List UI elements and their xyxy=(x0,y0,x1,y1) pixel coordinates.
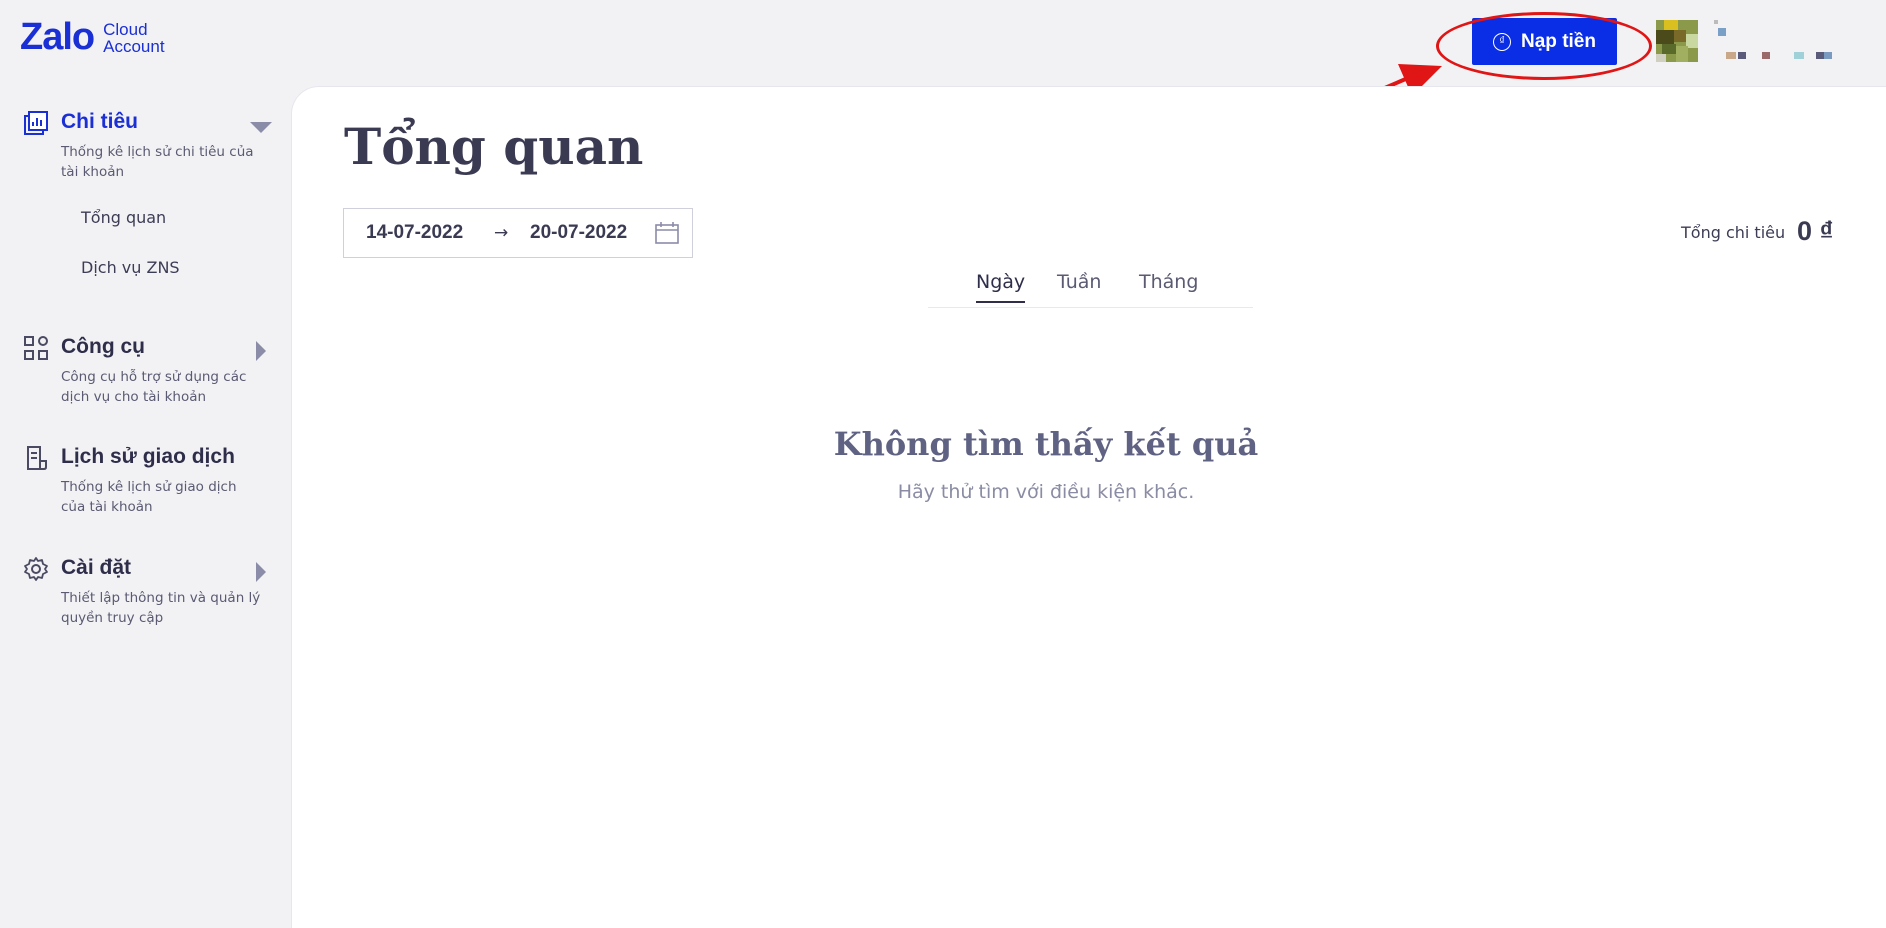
chevron-right-icon[interactable] xyxy=(256,341,266,361)
tab-day[interactable]: Ngày xyxy=(976,271,1026,303)
sidebar-section-spending[interactable]: Chi tiêu Thống kê lịch sử chi tiêu của t… xyxy=(0,108,290,180)
grid-apps-icon xyxy=(24,336,48,360)
zalo-cloud-logo[interactable]: Zalo Cloud Account xyxy=(20,16,165,58)
sidebar-item-zns-service[interactable]: Dịch vụ ZNS xyxy=(81,258,180,277)
date-start[interactable]: 14-07-2022 xyxy=(366,222,463,244)
sidebar-section-settings[interactable]: Cài đặt Thiết lập thông tin và quản lý q… xyxy=(0,554,290,626)
empty-state-subtitle: Hãy thử tìm với điều kiện khác. xyxy=(897,481,1195,503)
main-panel: Tổng quan 14-07-2022 → 20-07-2022 Tổng c… xyxy=(291,86,1886,928)
sidebar-title-settings: Cài đặt xyxy=(61,556,132,579)
chevron-right-icon[interactable] xyxy=(256,562,266,582)
total-spending-label: Tổng chi tiêu xyxy=(1681,223,1786,242)
date-end[interactable]: 20-07-2022 xyxy=(530,222,627,244)
sidebar-item-overview[interactable]: Tổng quan xyxy=(81,208,166,227)
sidebar-desc-transactions: Thống kê lịch sử giao dịch của tài khoản xyxy=(61,479,237,515)
sidebar-section-transactions[interactable]: Lịch sử giao dịch Thống kê lịch sử giao … xyxy=(0,443,290,515)
total-spending-value: 0 ₫ xyxy=(1797,216,1834,246)
logo-wordmark: Zalo xyxy=(20,16,95,58)
page-title: Tổng quan xyxy=(344,117,644,176)
date-range-picker[interactable]: 14-07-2022 → 20-07-2022 xyxy=(343,208,693,258)
topup-label: Nạp tiền xyxy=(1521,30,1596,52)
sidebar-desc-tools: Công cụ hỗ trợ sử dụng các dịch vụ cho t… xyxy=(61,369,247,405)
empty-state-title: Không tìm thấy kết quả xyxy=(833,425,1259,463)
logo-subtitle: Cloud Account xyxy=(103,20,165,56)
sidebar-title-spending: Chi tiêu xyxy=(61,110,138,133)
sidebar-title-tools: Công cụ xyxy=(61,335,145,358)
tab-month[interactable]: Tháng xyxy=(1139,271,1198,301)
date-range-arrow: → xyxy=(494,223,509,243)
calendar-icon[interactable] xyxy=(655,222,679,244)
sidebar-section-tools[interactable]: Công cụ Công cụ hỗ trợ sử dụng các dịch … xyxy=(0,333,290,405)
chart-report-icon xyxy=(24,111,48,135)
user-avatar[interactable] xyxy=(1656,20,1698,62)
chevron-down-icon[interactable] xyxy=(250,122,272,133)
sidebar-title-transactions: Lịch sử giao dịch xyxy=(61,445,235,468)
receipt-icon xyxy=(27,446,47,470)
username-redacted xyxy=(1708,20,1848,64)
sidebar-desc-settings: Thiết lập thông tin và quản lý quyền tru… xyxy=(61,590,261,626)
tab-week[interactable]: Tuần xyxy=(1057,271,1101,301)
topup-button[interactable]: ₫ Nạp tiền xyxy=(1472,18,1617,65)
period-tabs: Ngày Tuần Tháng xyxy=(928,271,1253,308)
gear-icon xyxy=(24,557,48,581)
sidebar-desc-spending: Thống kê lịch sử chi tiêu của tài khoản xyxy=(61,144,254,180)
coin-icon: ₫ xyxy=(1493,32,1512,51)
